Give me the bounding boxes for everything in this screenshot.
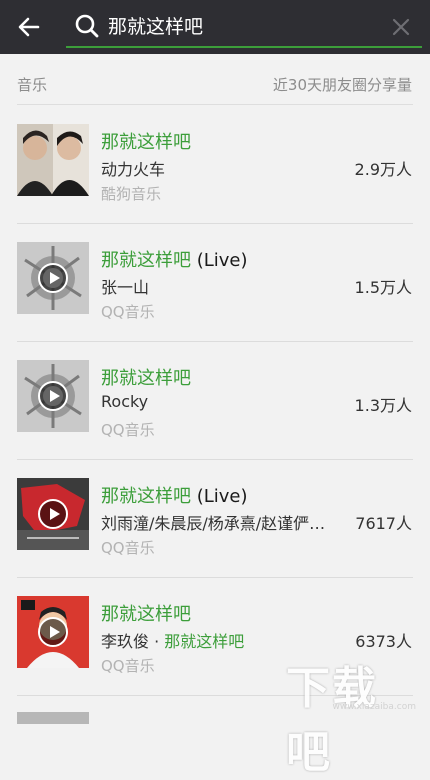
- song-title-suffix: (Live): [191, 250, 248, 271]
- album-thumbnail: [17, 596, 89, 668]
- source-label: QQ音乐: [101, 539, 155, 557]
- album-thumbnail: [17, 360, 89, 432]
- artist-name: 李玖俊 · 那就这样吧: [101, 632, 245, 651]
- share-count: 6373人: [355, 632, 412, 651]
- song-title: 那就这样吧 (Live): [101, 250, 248, 271]
- section-title: 音乐: [17, 76, 48, 94]
- artist-highlight: 那就这样吧: [164, 632, 245, 651]
- section-header: 音乐 近30天朋友圈分享量: [0, 54, 430, 104]
- artist-name: Rocky: [101, 392, 149, 411]
- partial-thumbnail: [17, 712, 89, 724]
- song-title: 那就这样吧: [101, 604, 191, 625]
- share-count: 7617人: [355, 514, 412, 533]
- search-icon: [75, 14, 99, 38]
- song-title: 那就这样吧 (Live): [101, 486, 248, 507]
- result-item[interactable]: 那就这样吧 (Live) 张一山 QQ音乐 1.5万人: [0, 224, 430, 342]
- result-item[interactable]: 那就这样吧 (Live) 刘雨潼/朱晨辰/杨承熹/赵谨俨… QQ音乐 7617人: [0, 460, 430, 578]
- search-box[interactable]: 那就这样吧: [66, 8, 422, 48]
- share-metric-label: 近30天朋友圈分享量: [272, 76, 412, 94]
- play-icon: [38, 617, 68, 647]
- back-arrow-icon: [18, 17, 40, 37]
- play-icon: [38, 499, 68, 529]
- share-count: 1.5万人: [354, 278, 412, 297]
- song-title-suffix: (Live): [191, 486, 248, 507]
- song-title: 那就这样吧: [101, 132, 191, 153]
- watermark-logo: 下载吧 www.xiazaiba.com: [286, 663, 416, 778]
- play-icon: [38, 263, 68, 293]
- source-label: QQ音乐: [101, 421, 155, 439]
- close-icon: [392, 18, 410, 36]
- back-button[interactable]: [12, 10, 46, 44]
- search-input[interactable]: 那就这样吧: [108, 14, 203, 40]
- source-label: QQ音乐: [101, 303, 155, 321]
- artist-name: 张一山: [101, 278, 150, 297]
- artist-name: 动力火车: [101, 160, 166, 179]
- result-list: 那就这样吧 动力火车 酷狗音乐 2.9万人 那就这样吧 (Live) 张一山 QQ音乐 1.5…: [0, 106, 430, 696]
- song-title: 那就这样吧: [101, 368, 191, 389]
- artist-name: 刘雨潼/朱晨辰/杨承熹/赵谨俨…: [101, 514, 326, 533]
- share-count: 1.3万人: [354, 396, 412, 415]
- album-thumbnail: [17, 242, 89, 314]
- album-thumbnail: [17, 478, 89, 550]
- divider: [17, 104, 413, 105]
- share-count: 2.9万人: [354, 160, 412, 179]
- top-bar: 那就这样吧: [0, 0, 430, 54]
- source-label: 酷狗音乐: [101, 185, 162, 203]
- album-thumbnail: [17, 124, 89, 196]
- result-item[interactable]: 那就这样吧动力火车酷狗音乐 2.9万人: [0, 106, 430, 224]
- play-icon: [38, 381, 68, 411]
- result-item[interactable]: 那就这样吧 Rocky QQ音乐 1.3万人: [0, 342, 430, 460]
- clear-button[interactable]: [388, 14, 414, 40]
- source-label: QQ音乐: [101, 657, 155, 675]
